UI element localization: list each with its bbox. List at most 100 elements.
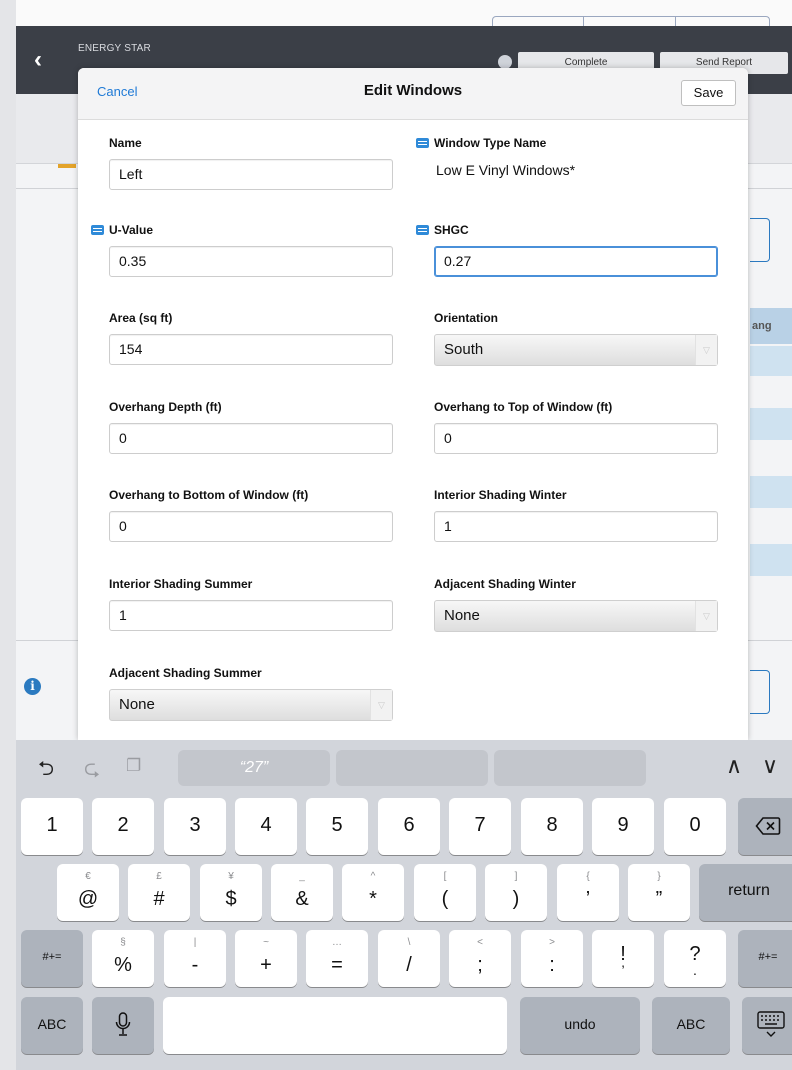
u-value-input[interactable]: 0.35 xyxy=(109,246,393,277)
overhang-bottom-input[interactable]: 0 xyxy=(109,511,393,542)
key[interactable]: ]) xyxy=(485,864,547,921)
keyboard-shortcut-bar: ⮌ ⮎ ❐ “27” ∧ ∨ xyxy=(16,740,792,794)
details-icon[interactable] xyxy=(416,225,429,235)
space-key[interactable] xyxy=(163,997,507,1054)
key[interactable]: }” xyxy=(628,864,690,921)
orientation-select[interactable]: South ▽ xyxy=(434,334,718,366)
key-label: ABC xyxy=(37,1016,67,1032)
overhang-top-input[interactable]: 0 xyxy=(434,423,718,454)
dictation-key[interactable] xyxy=(92,997,154,1054)
back-chevron-icon[interactable]: ‹ xyxy=(34,46,42,74)
field-label: Interior Shading Winter xyxy=(434,488,567,502)
info-icon[interactable]: i xyxy=(24,678,41,695)
next-field-chevron-icon[interactable]: ∨ xyxy=(762,753,778,779)
background-status-dot xyxy=(498,55,512,69)
key[interactable]: \ / xyxy=(378,930,440,987)
key-label: #+= xyxy=(758,951,778,963)
key[interactable]: !’ xyxy=(592,930,654,987)
key[interactable]: ^ * xyxy=(342,864,404,921)
key[interactable]: 8 xyxy=(521,798,583,855)
symbols-toggle-key[interactable]: #+= xyxy=(21,930,83,987)
key[interactable]: 7 xyxy=(449,798,511,855)
dismiss-keyboard-key[interactable] xyxy=(742,997,792,1054)
key[interactable]: §% xyxy=(92,930,154,987)
key[interactable]: ¥ $ xyxy=(200,864,262,921)
abc-key[interactable]: ABC xyxy=(21,997,83,1054)
key-label: + xyxy=(260,954,272,976)
key[interactable]: >: xyxy=(521,930,583,987)
window-type-field: Window Type Name Low E Vinyl Windows* xyxy=(416,136,718,178)
adjacent-shading-winter-select[interactable]: None ▽ xyxy=(434,600,718,632)
key[interactable]: € @ xyxy=(57,864,119,921)
save-button[interactable]: Save xyxy=(681,80,736,106)
key[interactable]: [( xyxy=(414,864,476,921)
key[interactable]: ?. xyxy=(664,930,726,987)
interior-shading-summer-input[interactable]: 1 xyxy=(109,600,393,631)
return-key[interactable]: return xyxy=(699,864,792,921)
key-label: : xyxy=(549,954,555,976)
area-input[interactable]: 154 xyxy=(109,334,393,365)
key[interactable]: 5 xyxy=(306,798,368,855)
key[interactable]: 1 xyxy=(21,798,83,855)
key[interactable]: <; xyxy=(449,930,511,987)
field-label: Overhang to Bottom of Window (ft) xyxy=(109,488,309,502)
key-alt-label: | xyxy=(193,937,197,948)
field-label: Window Type Name xyxy=(434,136,547,150)
interior-shading-summer-field: Interior Shading Summer 1 xyxy=(109,577,393,631)
key-label: 0 xyxy=(689,814,701,836)
key[interactable]: 2 xyxy=(92,798,154,855)
abc-key[interactable]: ABC xyxy=(652,997,730,1054)
details-icon[interactable] xyxy=(91,225,104,235)
key-label: 1 xyxy=(46,814,58,836)
field-label: U-Value xyxy=(109,223,154,237)
name-input[interactable]: Left xyxy=(109,159,393,190)
adjacent-shading-summer-field: Adjacent Shading Summer None ▽ xyxy=(109,666,393,721)
key[interactable]: 4 xyxy=(235,798,297,855)
undo-icon[interactable]: ⮌ xyxy=(38,754,54,788)
paste-icon[interactable]: ❐ xyxy=(126,756,141,776)
field-label-row: Window Type Name xyxy=(416,136,718,151)
key[interactable]: | - xyxy=(164,930,226,987)
suggestion-slot[interactable] xyxy=(336,750,488,786)
interior-shading-winter-field: Interior Shading Winter 1 xyxy=(434,488,718,542)
key[interactable]: 0 xyxy=(664,798,726,855)
key-label: 2 xyxy=(117,814,129,836)
interior-shading-winter-input[interactable]: 1 xyxy=(434,511,718,542)
field-label: Orientation xyxy=(434,311,499,325)
previous-field-chevron-icon[interactable]: ∧ xyxy=(726,753,742,779)
key-label: * xyxy=(369,888,377,910)
field-label: Adjacent Shading Winter xyxy=(434,577,576,591)
background-table-row xyxy=(750,408,792,440)
key[interactable]: 9 xyxy=(592,798,654,855)
suggestion-slot[interactable] xyxy=(494,750,646,786)
overhang-depth-input[interactable]: 0 xyxy=(109,423,393,454)
key[interactable]: 6 xyxy=(378,798,440,855)
key-alt-label: [ xyxy=(443,871,447,882)
select-value: South xyxy=(444,341,484,358)
delete-key[interactable] xyxy=(738,798,792,855)
key-label: return xyxy=(728,882,770,899)
key[interactable]: _ & xyxy=(271,864,333,921)
key[interactable]: ~ + xyxy=(235,930,297,987)
field-label: Adjacent Shading Summer xyxy=(109,666,262,680)
suggestion-slot[interactable]: “27” xyxy=(178,750,330,786)
key-label: 6 xyxy=(403,814,415,836)
key[interactable]: £ # xyxy=(128,864,190,921)
key[interactable]: … = xyxy=(306,930,368,987)
shgc-input[interactable]: 0.27 xyxy=(434,246,718,277)
overhang-depth-field: Overhang Depth (ft) 0 xyxy=(109,400,393,454)
edit-windows-modal: Cancel Edit Windows Save Name Left Windo… xyxy=(78,68,748,740)
adjacent-shading-summer-select[interactable]: None ▽ xyxy=(109,689,393,721)
details-icon[interactable] xyxy=(416,138,429,148)
undo-key[interactable]: undo xyxy=(520,997,640,1054)
background-active-indicator xyxy=(58,164,76,168)
redo-icon[interactable]: ⮎ xyxy=(84,754,100,788)
key-label: % xyxy=(114,954,132,976)
key-label: ’ xyxy=(585,888,591,910)
key-alt-label: < xyxy=(477,937,483,948)
microphone-icon xyxy=(115,1012,131,1036)
symbols-toggle-key[interactable]: #+= xyxy=(738,930,792,987)
key-alt-label: § xyxy=(120,937,126,948)
key[interactable]: 3 xyxy=(164,798,226,855)
key[interactable]: {’ xyxy=(557,864,619,921)
